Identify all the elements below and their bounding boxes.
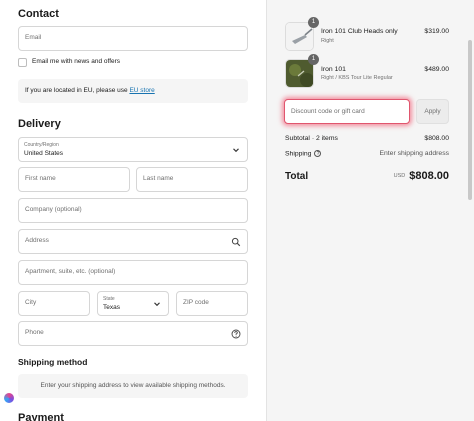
- company-field[interactable]: Company (optional): [18, 198, 248, 223]
- quantity-badge: 1: [308, 54, 319, 65]
- newsletter-checkbox[interactable]: [18, 58, 27, 67]
- address-field[interactable]: Address: [18, 229, 248, 254]
- zip-placeholder: ZIP code: [183, 299, 209, 306]
- shipping-method-heading: Shipping method: [18, 357, 88, 367]
- eu-notice-text: If you are located in EU, please use EU …: [25, 87, 155, 94]
- apply-button[interactable]: Apply: [416, 99, 449, 124]
- shop-pay-icon[interactable]: [4, 393, 14, 403]
- country-select[interactable]: Country/Region United States: [18, 137, 248, 162]
- first-name-field[interactable]: First name: [18, 167, 130, 192]
- checkout-form-column: Contact Email Email me with news and off…: [0, 0, 266, 421]
- help-icon[interactable]: ?: [314, 150, 322, 157]
- country-label: Country/Region: [24, 142, 59, 148]
- shipping-value: Enter shipping address: [379, 150, 449, 157]
- phone-field[interactable]: Phone: [18, 321, 248, 346]
- total-value: $808.00: [409, 170, 449, 182]
- eu-notice: If you are located in EU, please use EU …: [18, 79, 248, 103]
- apartment-field[interactable]: Apartment, suite, etc. (optional): [18, 260, 248, 285]
- product-price: $319.00: [424, 28, 449, 35]
- product-variant: Right / KBS Tour Lite Regular: [321, 75, 393, 81]
- email-placeholder: Email: [25, 34, 42, 41]
- eu-store-link[interactable]: EU store: [129, 87, 154, 94]
- company-placeholder: Company (optional): [25, 206, 82, 213]
- subtotal-label: Subtotal · 2 items: [285, 135, 338, 142]
- total-label: Total: [285, 171, 309, 182]
- delivery-heading: Delivery: [18, 118, 61, 130]
- discount-placeholder: Discount code or gift card: [291, 108, 365, 115]
- help-icon[interactable]: [231, 329, 241, 339]
- contact-heading: Contact: [18, 8, 59, 20]
- total-amount: USD $808.00: [394, 170, 449, 182]
- quantity-badge: 1: [308, 17, 319, 28]
- eu-notice-message: If you are located in EU, please use: [25, 87, 130, 94]
- country-value: United States: [24, 150, 64, 157]
- last-name-placeholder: Last name: [143, 175, 174, 182]
- product-variant: Right: [321, 38, 334, 44]
- product-name: Iron 101 Club Heads only: [321, 28, 398, 35]
- address-placeholder: Address: [25, 237, 49, 244]
- phone-placeholder: Phone: [25, 329, 44, 336]
- search-icon: [231, 237, 241, 247]
- first-name-placeholder: First name: [25, 175, 56, 182]
- zip-field[interactable]: ZIP code: [176, 291, 248, 316]
- state-label: State: [103, 296, 115, 302]
- subtotal-value: $808.00: [424, 135, 449, 142]
- chevron-down-icon: [154, 302, 160, 307]
- shipping-method-notice: Enter your shipping address to view avai…: [18, 374, 248, 398]
- email-field[interactable]: Email: [18, 26, 248, 51]
- last-name-field[interactable]: Last name: [136, 167, 248, 192]
- city-field[interactable]: City: [18, 291, 90, 316]
- newsletter-label: Email me with news and offers: [32, 58, 121, 65]
- discount-code-input[interactable]: Discount code or gift card: [284, 99, 410, 124]
- city-placeholder: City: [25, 299, 37, 306]
- state-select[interactable]: State Texas: [97, 291, 169, 316]
- payment-heading: Payment: [18, 412, 64, 421]
- product-price: $489.00: [424, 66, 449, 73]
- apartment-placeholder: Apartment, suite, etc. (optional): [25, 268, 116, 275]
- shipping-row: Shipping?: [285, 150, 322, 158]
- product-name: Iron 101: [321, 66, 346, 73]
- shipping-method-message: Enter your shipping address to view avai…: [40, 382, 226, 389]
- scrollbar[interactable]: [468, 40, 472, 200]
- state-value: Texas: [103, 304, 120, 311]
- shipping-label: Shipping: [285, 150, 312, 158]
- chevron-down-icon: [233, 148, 239, 153]
- currency-code: USD: [393, 173, 406, 180]
